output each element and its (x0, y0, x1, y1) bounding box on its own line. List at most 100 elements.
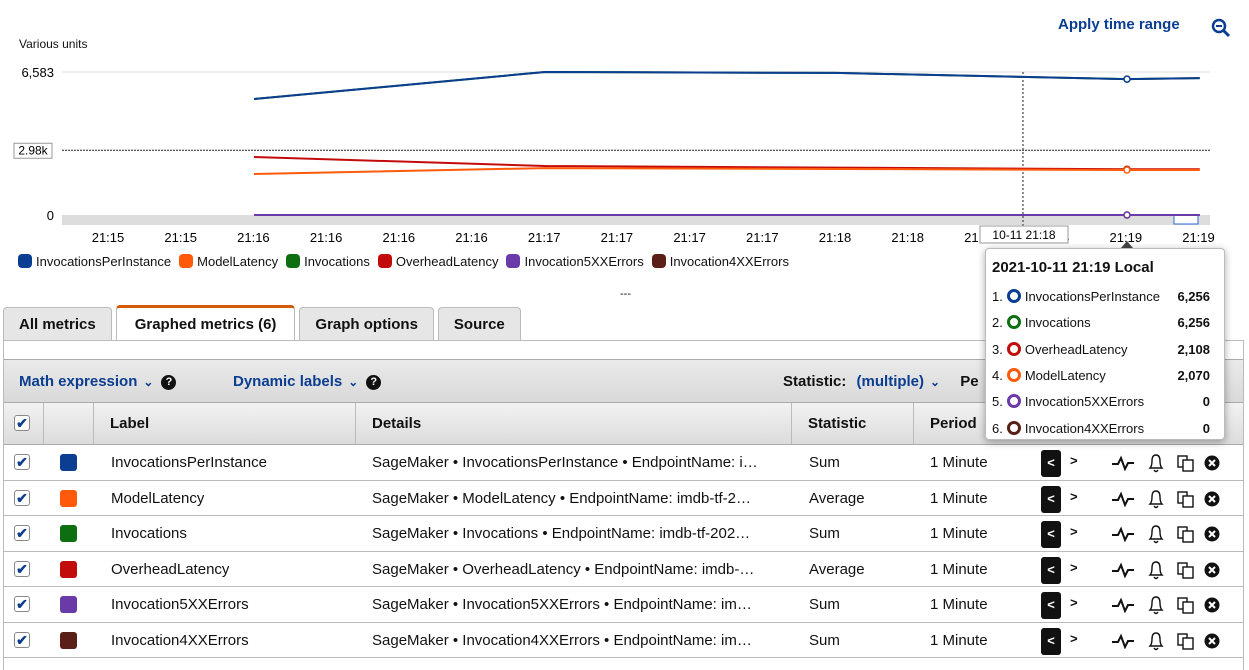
color-swatch[interactable] (60, 489, 77, 507)
legend-swatch (18, 254, 32, 268)
metric-statistic[interactable]: Sum (809, 623, 840, 658)
metric-label[interactable]: InvocationsPerInstance (111, 445, 267, 480)
bell-alarm-icon[interactable] (1147, 523, 1165, 545)
chart-legend: InvocationsPerInstance ModelLatency Invoca… (18, 254, 789, 269)
graph-metric-icon[interactable] (1111, 561, 1135, 578)
bell-alarm-icon[interactable] (1147, 452, 1165, 474)
move-down-button[interactable]: > (1070, 560, 1078, 575)
row-checkbox[interactable]: ✔ (14, 560, 30, 577)
metric-statistic[interactable]: Sum (809, 587, 840, 622)
help-icon[interactable]: ? (161, 374, 177, 390)
tab-source[interactable]: Source (437, 307, 521, 340)
metric-period[interactable]: 1 Minute (930, 516, 988, 551)
tab-graph-options[interactable]: Graph options (299, 307, 434, 340)
table-row: ✔ InvocationsPerInstance SageMaker • Inv… (4, 445, 1243, 481)
metric-label[interactable]: Invocation5XXErrors (111, 587, 249, 622)
time-brush[interactable] (62, 215, 1210, 225)
metric-period[interactable]: 1 Minute (930, 587, 988, 622)
legend-item[interactable]: ModelLatency (179, 254, 278, 269)
remove-icon[interactable] (1204, 526, 1220, 542)
statistic-dropdown[interactable]: (multiple) (857, 373, 925, 390)
table-row: ✔ Invocations SageMaker • Invocations • … (4, 516, 1243, 552)
row-checkbox[interactable]: ✔ (14, 631, 30, 648)
color-swatch[interactable] (60, 525, 77, 542)
metric-period[interactable]: 1 Minute (930, 552, 988, 587)
move-up-button[interactable]: < (1041, 556, 1061, 584)
column-label[interactable]: Label (94, 403, 356, 444)
color-swatch[interactable] (60, 454, 77, 471)
row-checkbox[interactable]: ✔ (14, 489, 30, 506)
tooltip-series-name: Invocation5XXErrors (1024, 394, 1145, 410)
move-up-button[interactable]: < (1041, 627, 1061, 655)
row-checkbox[interactable]: ✔ (14, 596, 30, 612)
dynamic-labels-dropdown[interactable]: Dynamic labels (233, 373, 342, 390)
copy-icon[interactable] (1176, 489, 1196, 509)
tab-graphed-metrics[interactable]: Graphed metrics (6) (115, 305, 296, 340)
move-down-button[interactable]: > (1070, 631, 1078, 646)
graph-metric-icon[interactable] (1111, 455, 1135, 471)
legend-item[interactable]: InvocationsPerInstance (18, 254, 171, 269)
metric-period[interactable]: 1 Minute (930, 445, 988, 480)
brush-handle[interactable] (1173, 214, 1199, 225)
math-expression-dropdown[interactable]: Math expression (19, 373, 137, 390)
metric-statistic[interactable]: Average (809, 552, 865, 587)
graph-metric-icon[interactable] (1111, 632, 1135, 649)
metrics-chart[interactable]: 6,583 0 2.98k 21:15 21:15 21:16 21:16 21:16 21:1… (0, 0, 1249, 250)
row-checkbox[interactable]: ✔ (14, 525, 30, 541)
move-up-button[interactable]: < (1041, 450, 1061, 477)
move-up-button[interactable]: < (1041, 521, 1061, 548)
move-down-button[interactable]: > (1070, 453, 1078, 468)
series-line-InvocationsPerInstance[interactable] (253, 70, 1200, 100)
legend-item[interactable]: Invocation4XXErrors (651, 254, 789, 269)
color-swatch[interactable] (60, 631, 77, 649)
move-down-button[interactable]: > (1070, 524, 1078, 539)
remove-icon[interactable] (1204, 597, 1220, 613)
tooltip-value: 2,108 (1177, 341, 1210, 357)
move-up-button[interactable]: < (1041, 592, 1061, 619)
help-icon[interactable]: ? (366, 374, 382, 390)
move-down-button[interactable]: > (1070, 595, 1078, 610)
move-down-button[interactable]: > (1070, 489, 1078, 504)
series-line-OverheadLatency[interactable] (253, 156, 1200, 171)
series-line-ModelLatency[interactable] (253, 167, 1200, 175)
metric-label[interactable]: OverheadLatency (111, 552, 229, 587)
metric-period[interactable]: 1 Minute (930, 481, 988, 516)
metric-period[interactable]: 1 Minute (930, 623, 988, 658)
copy-icon[interactable] (1176, 453, 1196, 473)
tab-all-metrics[interactable]: All metrics (3, 307, 112, 340)
color-swatch[interactable] (60, 596, 77, 613)
metric-details: SageMaker • Invocation4XXErrors • Endpoi… (372, 631, 752, 649)
remove-icon[interactable] (1204, 455, 1220, 471)
remove-icon[interactable] (1204, 491, 1220, 507)
copy-icon[interactable] (1176, 631, 1196, 651)
bell-alarm-icon[interactable] (1147, 559, 1165, 581)
column-statistic[interactable]: Statistic (792, 403, 914, 444)
metric-label[interactable]: Invocations (111, 516, 187, 551)
bell-alarm-icon[interactable] (1147, 594, 1165, 616)
graph-metric-icon[interactable] (1111, 597, 1135, 613)
resize-divider[interactable]: --- (620, 288, 631, 300)
legend-item[interactable]: OverheadLatency (377, 254, 498, 269)
metric-label[interactable]: Invocation4XXErrors (111, 623, 249, 658)
move-up-button[interactable]: < (1041, 485, 1061, 513)
legend-item[interactable]: Invocations (286, 254, 370, 269)
color-swatch[interactable] (60, 560, 77, 578)
remove-icon[interactable] (1204, 562, 1220, 578)
bell-alarm-icon[interactable] (1147, 630, 1165, 652)
copy-icon[interactable] (1176, 560, 1196, 580)
legend-item[interactable]: Invocation5XXErrors (506, 254, 644, 269)
metric-statistic[interactable]: Average (809, 481, 865, 516)
bell-alarm-icon[interactable] (1147, 488, 1165, 510)
series-ring-icon (1006, 367, 1021, 382)
select-all-checkbox[interactable]: ✔ (14, 415, 30, 431)
metric-label[interactable]: ModelLatency (111, 481, 204, 516)
column-details[interactable]: Details (356, 403, 792, 444)
metric-statistic[interactable]: Sum (809, 445, 840, 480)
copy-icon[interactable] (1176, 595, 1196, 615)
copy-icon[interactable] (1176, 524, 1196, 544)
metric-statistic[interactable]: Sum (809, 516, 840, 551)
row-checkbox[interactable]: ✔ (14, 454, 30, 470)
remove-icon[interactable] (1204, 633, 1220, 649)
graph-metric-icon[interactable] (1111, 526, 1135, 542)
graph-metric-icon[interactable] (1111, 490, 1135, 507)
